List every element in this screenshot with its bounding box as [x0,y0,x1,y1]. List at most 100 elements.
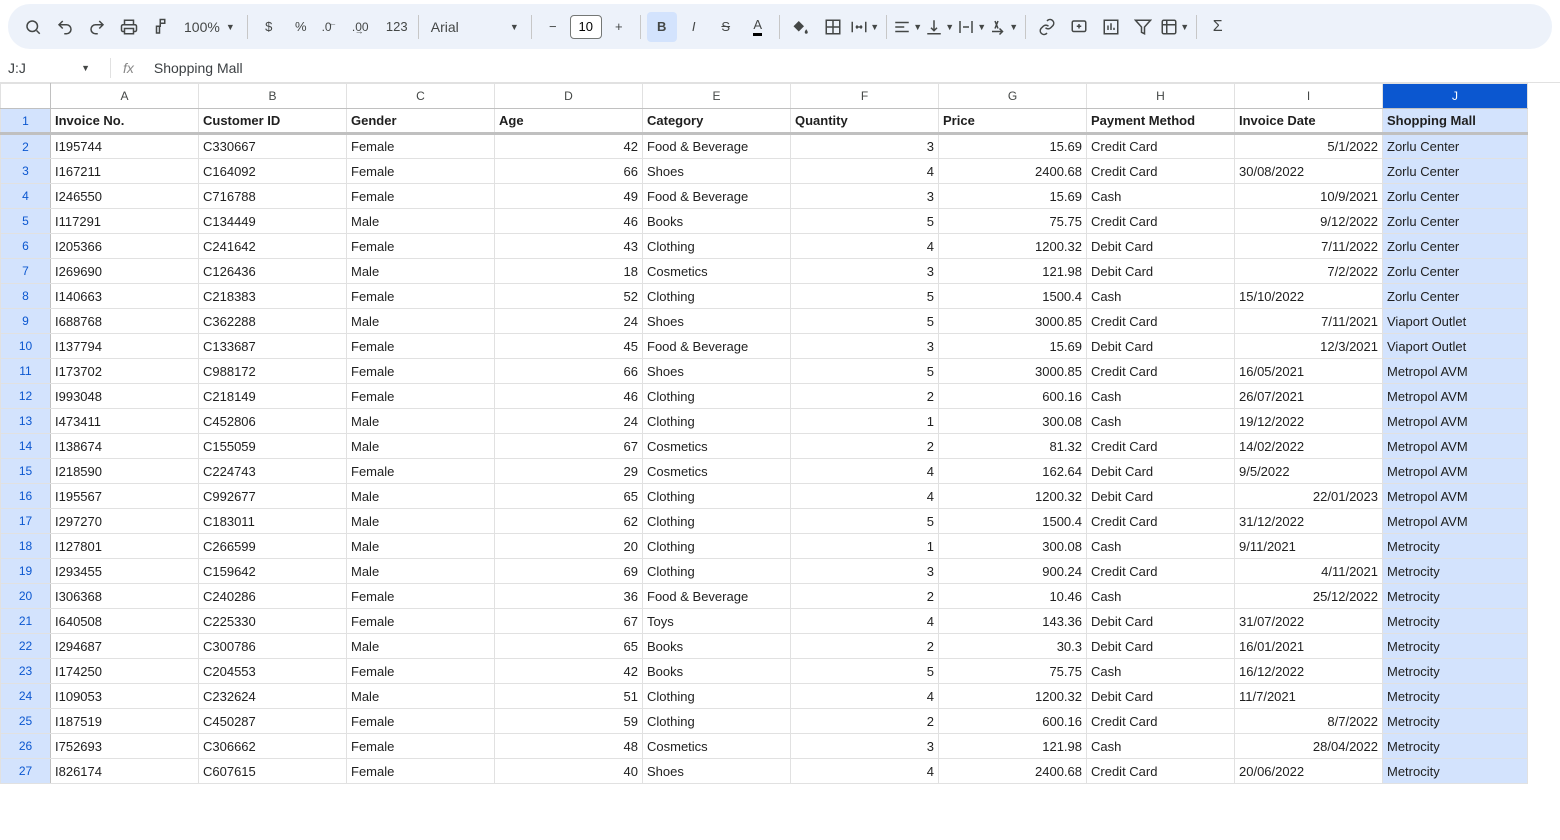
data-cell[interactable]: 7/11/2021 [1235,309,1383,334]
bold-button[interactable]: B [647,12,677,42]
data-cell[interactable]: 14/02/2022 [1235,434,1383,459]
data-cell[interactable]: C988172 [199,359,347,384]
data-cell[interactable]: C330667 [199,134,347,159]
data-cell[interactable]: C716788 [199,184,347,209]
increase-font-button[interactable]: + [604,12,634,42]
vertical-align-button[interactable]: ▼ [925,12,955,42]
data-cell[interactable]: Credit Card [1087,759,1235,784]
data-cell[interactable]: 10.46 [939,584,1087,609]
data-cell[interactable]: I293455 [51,559,199,584]
data-cell[interactable]: I640508 [51,609,199,634]
column-header[interactable]: I [1235,84,1383,109]
data-cell[interactable]: 3 [791,134,939,159]
column-header[interactable]: E [643,84,791,109]
data-cell[interactable]: I218590 [51,459,199,484]
name-box[interactable]: J:J▼ [8,60,98,76]
redo-icon[interactable] [82,12,112,42]
data-cell[interactable]: C133687 [199,334,347,359]
data-cell[interactable]: 30.3 [939,634,1087,659]
data-cell[interactable]: C204553 [199,659,347,684]
data-cell[interactable]: Zorlu Center [1383,134,1528,159]
data-cell[interactable]: 16/01/2021 [1235,634,1383,659]
data-cell[interactable]: 22/01/2023 [1235,484,1383,509]
column-header[interactable]: H [1087,84,1235,109]
filter-views-button[interactable]: ▼ [1160,12,1190,42]
data-cell[interactable]: 67 [495,609,643,634]
data-cell[interactable]: 4 [791,684,939,709]
data-cell[interactable]: 5 [791,359,939,384]
data-cell[interactable]: 2 [791,634,939,659]
row-header[interactable]: 13 [1,409,51,434]
data-cell[interactable]: 1200.32 [939,234,1087,259]
data-cell[interactable]: Credit Card [1087,134,1235,159]
data-cell[interactable]: Clothing [643,509,791,534]
row-header[interactable]: 5 [1,209,51,234]
data-cell[interactable]: I195567 [51,484,199,509]
row-header[interactable]: 6 [1,234,51,259]
column-header[interactable]: F [791,84,939,109]
data-cell[interactable]: I688768 [51,309,199,334]
data-cell[interactable]: 121.98 [939,734,1087,759]
merge-cells-button[interactable]: ▼ [850,12,880,42]
data-cell[interactable]: 12/3/2021 [1235,334,1383,359]
data-cell[interactable]: Metropol AVM [1383,509,1528,534]
data-cell[interactable]: Debit Card [1087,334,1235,359]
data-cell[interactable]: I826174 [51,759,199,784]
data-cell[interactable]: Male [347,559,495,584]
data-cell[interactable]: C266599 [199,534,347,559]
data-cell[interactable]: I473411 [51,409,199,434]
data-cell[interactable]: C241642 [199,234,347,259]
data-cell[interactable]: Books [643,634,791,659]
data-cell[interactable]: 600.16 [939,384,1087,409]
data-cell[interactable]: Female [347,734,495,759]
data-cell[interactable]: Cosmetics [643,259,791,284]
data-cell[interactable]: Female [347,459,495,484]
header-cell[interactable]: Quantity [791,109,939,134]
fill-color-button[interactable] [786,12,816,42]
data-cell[interactable]: Metropol AVM [1383,459,1528,484]
search-icon[interactable] [18,12,48,42]
data-cell[interactable]: Metrocity [1383,634,1528,659]
data-cell[interactable]: Metrocity [1383,759,1528,784]
data-cell[interactable]: 2 [791,709,939,734]
data-cell[interactable]: 65 [495,484,643,509]
data-cell[interactable]: 66 [495,359,643,384]
data-cell[interactable]: Viaport Outlet [1383,334,1528,359]
row-header[interactable]: 16 [1,484,51,509]
data-cell[interactable]: 4 [791,234,939,259]
header-cell[interactable]: Gender [347,109,495,134]
row-header[interactable]: 24 [1,684,51,709]
data-cell[interactable]: Male [347,509,495,534]
data-cell[interactable]: C240286 [199,584,347,609]
data-cell[interactable]: 24 [495,309,643,334]
data-cell[interactable]: Shoes [643,759,791,784]
data-cell[interactable]: C450287 [199,709,347,734]
data-cell[interactable]: Male [347,484,495,509]
data-cell[interactable]: 25/12/2022 [1235,584,1383,609]
data-cell[interactable]: 40 [495,759,643,784]
data-cell[interactable]: 11/7/2021 [1235,684,1383,709]
data-cell[interactable]: 15.69 [939,184,1087,209]
data-cell[interactable]: 24 [495,409,643,434]
data-cell[interactable]: 20 [495,534,643,559]
borders-button[interactable] [818,12,848,42]
data-cell[interactable]: 46 [495,209,643,234]
data-cell[interactable]: 75.75 [939,659,1087,684]
data-cell[interactable]: C225330 [199,609,347,634]
data-cell[interactable]: Metrocity [1383,684,1528,709]
data-cell[interactable]: 300.08 [939,534,1087,559]
insert-comment-button[interactable] [1064,12,1094,42]
data-cell[interactable]: 81.32 [939,434,1087,459]
data-cell[interactable]: I137794 [51,334,199,359]
header-cell[interactable]: Age [495,109,643,134]
data-cell[interactable]: Credit Card [1087,559,1235,584]
data-cell[interactable]: I195744 [51,134,199,159]
data-cell[interactable]: 18 [495,259,643,284]
data-cell[interactable]: Clothing [643,684,791,709]
insert-link-button[interactable] [1032,12,1062,42]
data-cell[interactable]: Debit Card [1087,484,1235,509]
data-cell[interactable]: Cash [1087,534,1235,559]
row-header[interactable]: 7 [1,259,51,284]
data-cell[interactable]: 31/07/2022 [1235,609,1383,634]
data-cell[interactable]: C164092 [199,159,347,184]
